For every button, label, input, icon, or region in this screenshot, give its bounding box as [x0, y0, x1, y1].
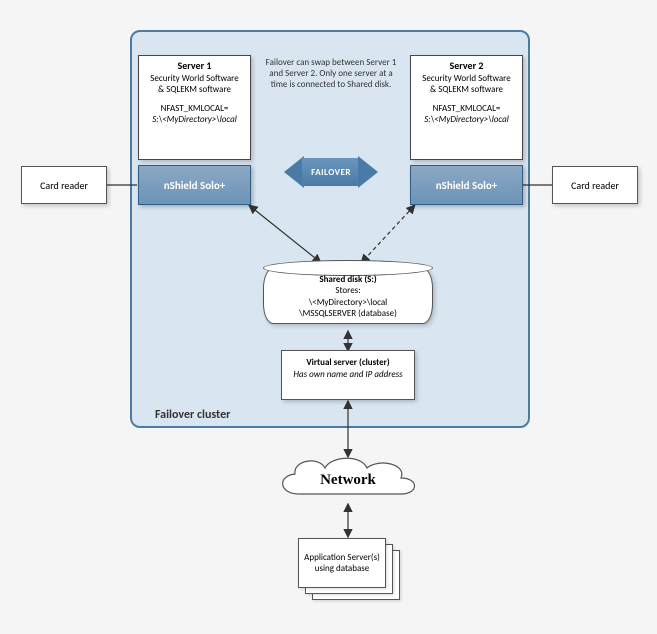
server-2-box: Server 2 Security World Software & SQLEK… — [410, 55, 523, 160]
shared-disk-title: Shared disk (S:) — [263, 274, 433, 285]
server-1-nshield: nShield Solo+ — [138, 165, 251, 205]
shared-disk-path1: \<MyDirectory>\local — [263, 297, 433, 308]
server-1-title: Server 1 — [142, 60, 247, 73]
virtual-server-box: Virtual server (cluster) Has own name an… — [281, 350, 415, 400]
virtual-server-subtitle: Has own name and IP address — [286, 369, 410, 381]
server-2-env-label: NFAST_KMLOCAL= — [414, 103, 519, 114]
network-label: Network — [269, 454, 427, 506]
server-1-env-path: S:\<MyDirectory>\local — [142, 114, 247, 125]
network-cloud: Network — [269, 454, 427, 506]
card-reader-right: Card reader — [552, 166, 638, 204]
server-1-software-line1: Security World Software — [142, 73, 247, 84]
app-server-box-front: Application Server(s) using database — [298, 538, 386, 588]
server-1-software-line2: & SQLEKM software — [142, 84, 247, 95]
server-1-box: Server 1 Security World Software & SQLEK… — [138, 55, 251, 160]
card-reader-left: Card reader — [21, 166, 107, 204]
application-servers-stack: Application Server(s) using database — [298, 538, 398, 598]
failover-badge-label: FAILOVER — [302, 158, 360, 186]
shared-disk-path2: \MSSQLSERVER (database) — [263, 308, 433, 319]
shared-disk: Shared disk (S:) Stores: \<MyDirectory>\… — [263, 260, 433, 332]
shared-disk-subtitle: Stores: — [263, 285, 433, 296]
server-2-software-line2: & SQLEKM software — [414, 84, 519, 95]
app-server-label: Application Server(s) using database — [299, 552, 385, 575]
arrow-left-icon — [284, 156, 304, 188]
failover-note: Failover can swap between Server 1 and S… — [265, 58, 397, 90]
failover-badge: FAILOVER — [284, 152, 378, 192]
server-2-software-line1: Security World Software — [414, 73, 519, 84]
virtual-server-title: Virtual server (cluster) — [286, 357, 410, 369]
server-1-env-label: NFAST_KMLOCAL= — [142, 103, 247, 114]
server-2-nshield: nShield Solo+ — [410, 165, 523, 205]
server-2-title: Server 2 — [414, 60, 519, 73]
server-2-env-path: S:\<MyDirectory>\local — [414, 114, 519, 125]
arrow-right-icon — [358, 156, 378, 188]
failover-cluster-label: Failover cluster — [155, 408, 230, 422]
